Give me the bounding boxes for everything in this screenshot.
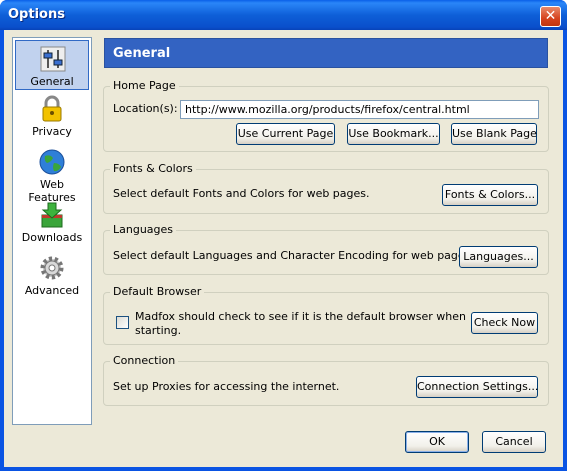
default-browser-group: Default Browser Madfox should check to s… [103, 285, 549, 345]
general-sliders-icon [40, 46, 66, 72]
fonts-colors-description: Select default Fonts and Colors for web … [113, 187, 370, 200]
close-button[interactable]: ✕ [540, 6, 561, 27]
close-icon: ✕ [544, 8, 557, 24]
title-bar[interactable]: Options ✕ [0, 0, 567, 30]
sidebar-item-downloads[interactable]: Downloads [15, 197, 89, 247]
sidebar-item-web-features[interactable]: Web Features [15, 144, 89, 204]
sidebar-item-label: Privacy [32, 125, 72, 138]
connection-settings-button[interactable]: Connection Settings... [416, 376, 538, 398]
options-window: Options ✕ General Privacy Web Features D… [0, 0, 567, 471]
default-browser-checkbox[interactable] [116, 316, 129, 329]
fonts-colors-button[interactable]: Fonts & Colors... [442, 184, 538, 206]
sidebar-item-label: Advanced [24, 284, 80, 297]
category-sidebar: General Privacy Web Features Downloads A… [12, 37, 92, 425]
languages-description: Select default Languages and Character E… [113, 249, 474, 262]
default-browser-text-line1: Madfox should check to see if it is the … [135, 310, 466, 323]
default-browser-text-line2: starting. [135, 324, 182, 337]
padlock-icon [42, 95, 62, 122]
group-title: Connection [110, 354, 179, 367]
globe-icon [39, 149, 65, 175]
sidebar-item-label: Downloads [21, 231, 83, 244]
cancel-button[interactable]: Cancel [482, 431, 546, 453]
languages-group: Languages Select default Languages and C… [103, 223, 549, 275]
use-current-page-button[interactable]: Use Current Page [236, 123, 335, 145]
sidebar-item-general[interactable]: General [15, 40, 89, 90]
connection-description: Set up Proxies for accessing the interne… [113, 380, 340, 393]
home-page-group: Home Page Location(s): http://www.mozill… [103, 79, 549, 152]
dialog-body: General Privacy Web Features Downloads A… [4, 30, 563, 467]
check-now-button[interactable]: Check Now [471, 312, 538, 334]
location-input[interactable]: http://www.mozilla.org/products/firefox/… [180, 100, 539, 119]
use-blank-page-button[interactable]: Use Blank Page [451, 123, 537, 145]
ok-button[interactable]: OK [405, 431, 469, 453]
languages-button[interactable]: Languages... [459, 246, 538, 268]
panel-header: General [104, 38, 548, 68]
group-title: Default Browser [110, 285, 205, 298]
use-bookmark-button[interactable]: Use Bookmark... [347, 123, 440, 145]
connection-group: Connection Set up Proxies for accessing … [103, 354, 549, 406]
group-title: Home Page [110, 79, 179, 92]
sidebar-item-privacy[interactable]: Privacy [15, 91, 89, 141]
sidebar-item-advanced[interactable]: Advanced [15, 250, 89, 300]
panel-title: General [113, 46, 171, 61]
group-title: Languages [110, 223, 177, 236]
gear-icon [40, 256, 64, 280]
sidebar-item-label: General [30, 75, 74, 88]
location-label: Location(s): [113, 102, 178, 115]
group-title: Fonts & Colors [110, 162, 196, 175]
fonts-colors-group: Fonts & Colors Select default Fonts and … [103, 162, 549, 214]
window-title: Options [8, 7, 65, 22]
download-box-icon [41, 202, 63, 228]
